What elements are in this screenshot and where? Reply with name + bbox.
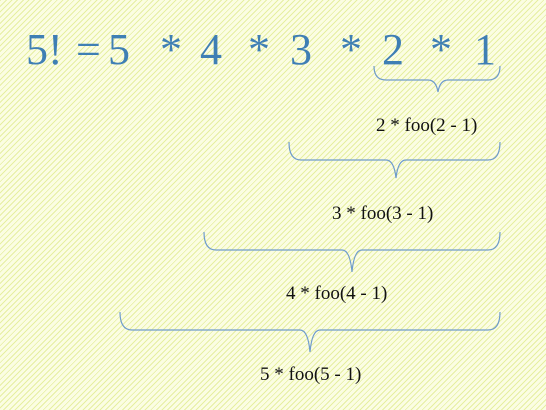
brace-level-3: [203, 231, 501, 273]
call-label-foo-2: 2 * foo(2 - 1): [376, 115, 478, 136]
brace-level-2: [288, 141, 501, 179]
brace-level-4: [119, 311, 501, 353]
call-label-foo-4: 4 * foo(4 - 1): [286, 283, 388, 304]
brace-level-1: [373, 65, 501, 93]
call-label-foo-3: 3 * foo(3 - 1): [332, 203, 434, 224]
call-label-foo-5: 5 * foo(5 - 1): [260, 364, 362, 385]
brace-diagram: [119, 65, 501, 353]
